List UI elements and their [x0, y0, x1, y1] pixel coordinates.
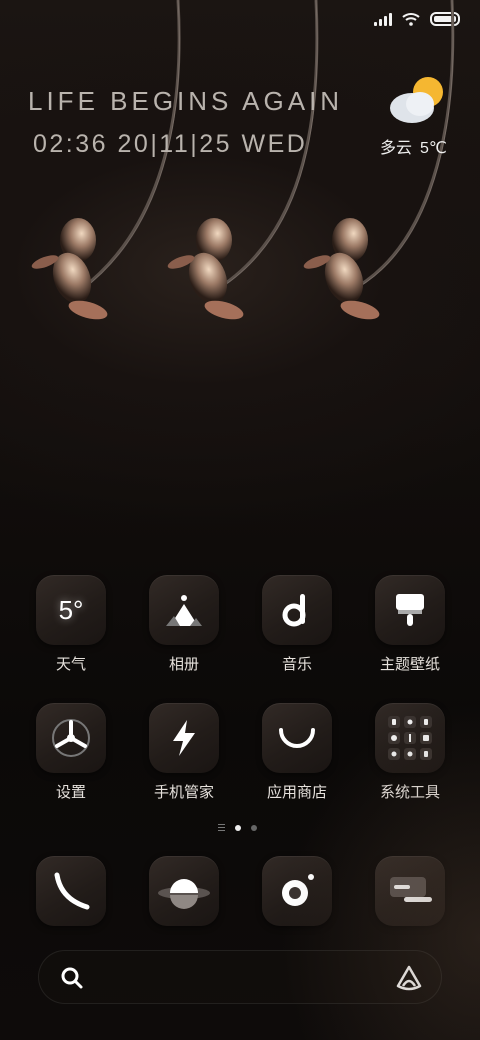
settings-icon[interactable] — [36, 703, 106, 773]
system-tools-icon[interactable] — [375, 703, 445, 773]
baby-figure — [167, 218, 244, 320]
home-screen: LIFE BEGINS AGAIN 02:36 20|11|25 WED 多云 5… — [0, 0, 480, 1040]
app-weather[interactable]: 5° 天气 — [29, 575, 113, 674]
app-phone-manager[interactable]: 手机管家 — [142, 703, 226, 802]
page-indicator[interactable] — [218, 824, 257, 831]
clock-date[interactable]: 02:36 20|11|25 WED — [33, 130, 307, 159]
security-lightning-icon[interactable] — [149, 703, 219, 773]
dock-phone[interactable] — [29, 856, 113, 926]
assistant-icon[interactable] — [395, 964, 423, 992]
app-label: 应用商店 — [266, 784, 327, 801]
search-bar[interactable] — [38, 950, 442, 1004]
feed-page-icon[interactable] — [218, 824, 225, 831]
weather-app-icon[interactable]: 5° — [36, 575, 106, 645]
theme-brush-icon[interactable] — [375, 575, 445, 645]
tagline: LIFE BEGINS AGAIN — [28, 86, 344, 116]
app-label: 相册 — [168, 656, 199, 673]
app-label: 音乐 — [281, 656, 312, 673]
app-gallery[interactable]: 相册 — [142, 575, 226, 674]
dock-camera[interactable] — [255, 856, 339, 926]
app-label: 系统工具 — [379, 784, 440, 801]
app-label: 主题壁纸 — [379, 656, 440, 673]
page-dot-active[interactable] — [235, 824, 241, 831]
weather-condition: 多云 — [380, 140, 413, 157]
music-icon[interactable] — [262, 575, 332, 645]
weather-app-temp: 5° — [58, 594, 84, 625]
camera-icon[interactable] — [262, 856, 332, 926]
app-themes[interactable]: 主题壁纸 — [368, 575, 452, 674]
gallery-icon[interactable] — [149, 575, 219, 645]
weather-temperature: 5℃ — [420, 140, 447, 157]
app-label: 设置 — [55, 784, 86, 801]
app-label: 天气 — [55, 656, 86, 673]
dock-messages[interactable] — [368, 856, 452, 926]
app-music[interactable]: 音乐 — [255, 575, 339, 674]
baby-figure — [303, 218, 380, 320]
baby-figure — [31, 218, 108, 320]
phone-icon[interactable] — [36, 856, 106, 926]
partly-cloudy-icon[interactable] — [386, 74, 450, 126]
weather-widget-text[interactable]: 多云 5℃ — [380, 134, 447, 158]
app-store[interactable]: 应用商店 — [255, 703, 339, 802]
app-store-icon[interactable] — [262, 703, 332, 773]
app-settings[interactable]: 设置 — [29, 703, 113, 802]
app-system-tools[interactable]: 系统工具 — [368, 703, 452, 802]
dock-browser[interactable] — [142, 856, 226, 926]
browser-planet-icon[interactable] — [149, 856, 219, 926]
search-icon[interactable] — [59, 965, 85, 991]
messages-icon[interactable] — [375, 856, 445, 926]
app-label: 手机管家 — [153, 784, 214, 801]
page-dot[interactable] — [251, 824, 257, 831]
